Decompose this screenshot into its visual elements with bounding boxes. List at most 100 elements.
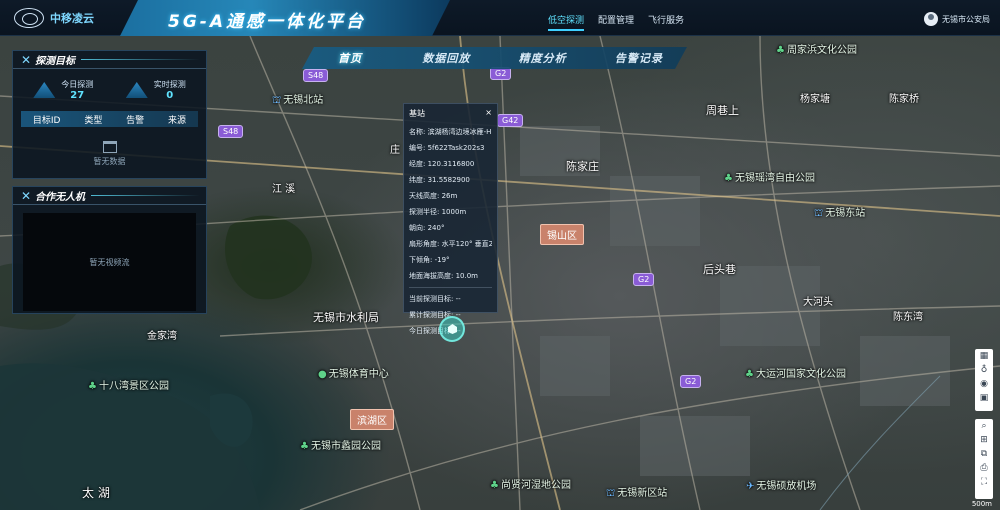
panel-header: ✕ 合作无人机 [13,187,206,205]
stat-row: 今日探测 27 实时探测 0 [13,69,206,107]
brand-logo: 中移凌云 [14,6,94,30]
measure-icon[interactable]: ⊞ [980,436,988,445]
map-scale: 500m [971,500,992,508]
radar-icon [33,82,56,98]
place-label: 无锡市水利局 [313,311,379,324]
park-pin-icon: ♣ [724,173,733,184]
district-label: 锡山区 [540,224,584,245]
tab-accuracy-analysis[interactable]: 精度分析 [495,50,591,66]
copy-icon[interactable]: ⧉ [981,450,987,459]
popup-field: 探测半径: 1000m [409,208,467,216]
highway-shield: G42 [497,114,524,127]
stat-value: 0 [166,90,174,101]
tab-data-playback[interactable]: 数据回放 [398,50,494,66]
place-label: 陈东湾 [893,312,923,323]
panel-title: 探测目标 [35,56,76,67]
tab-home[interactable]: 首页 [302,50,398,66]
nav-config-management[interactable]: 配置管理 [598,13,634,31]
highway-shield: G2 [680,375,702,388]
column-header[interactable]: 类型 [84,113,102,126]
empty-text: 暂无数据 [93,157,126,166]
popup-field: 朝向: 240° [409,224,445,232]
station-pin-icon: ⛫ [606,488,616,499]
cooperative-drone-panel: ✕ 合作无人机 暂无视频流 [12,186,207,314]
poi-label: ⛫ 无锡新区站 [606,488,668,499]
highway-shield: G2 [633,273,655,286]
grid-icon[interactable]: ▦ [980,352,989,361]
top-header: 中移凌云 5G-A通感一体化平台 低空探测 配置管理 飞行服务 无锡市公安局 [0,0,1000,36]
place-label: 后头巷 [703,263,736,276]
poi-label: ♣ 尚贤河湿地公园 [490,480,571,491]
place-label: 陈家桥 [889,94,919,105]
target-table-header: 目标ID 类型 告警 来源 [21,111,198,127]
nav-low-altitude-detection[interactable]: 低空探测 [548,13,585,31]
divider [91,195,200,196]
popup-field: 经度: 120.3116800 [409,160,475,168]
layers-icon[interactable]: ▣ [980,394,989,403]
panel-title: 合作无人机 [35,192,86,203]
panel-x-icon: ✕ [21,52,32,67]
highway-shield: S48 [303,69,329,82]
popup-header: 基站 × [409,108,492,119]
tab-alarm-records[interactable]: 告警记录 [591,50,687,66]
popup-field: 扇形角度: 水平120° 垂直25° [409,240,492,248]
place-label: 庄 [390,145,400,156]
poi-label: ● 无锡体育中心 [318,369,389,380]
column-header[interactable]: 来源 [168,113,186,126]
station-pin-icon: ⛫ [814,208,824,219]
popup-field: 天线高度: 26m [409,192,458,200]
user-menu[interactable]: 无锡市公安局 [924,12,990,26]
map-tool-toolbar: ⌕ ⊞ ⧉ ⎙ ⛶ [975,419,993,499]
nav-flight-service[interactable]: 飞行服务 [648,13,684,31]
poi-label: ✈ 无锡硕放机场 [746,481,817,492]
fullscreen-icon[interactable]: ⛶ [981,478,987,487]
place-label: 杨家塘 [800,94,830,105]
place-label: 陈家庄 [566,160,599,173]
radar-icon [125,82,148,98]
video-stream-area[interactable]: 暂无视频流 [23,213,196,311]
sub-tab-bar: 首页 数据回放 精度分析 告警记录 [302,47,687,69]
park-pin-icon: ♣ [745,369,754,380]
user-name: 无锡市公安局 [942,14,990,24]
popup-field: 纬度: 31.5582900 [409,176,470,184]
stat-label: 今日探测 [61,80,94,89]
platform-title: 5G-A通感一体化平台 [168,12,366,32]
map-layer-toolbar: ▦ ♁ ◉ ▣ [975,349,993,411]
empty-box-icon [102,141,117,153]
popup-title: 基站 [409,109,425,118]
stat-value: 27 [70,90,85,101]
empty-state: 暂无数据 [13,141,206,167]
popup-field: 名称: 滨湖杨湾边境冰雁-H... [409,128,492,136]
column-header[interactable]: 目标ID [33,113,61,126]
poi-label: ⛫ 无锡东站 [814,208,866,219]
panel-x-icon: ✕ [21,188,32,203]
user-avatar-icon [924,12,938,26]
base-station-marker[interactable] [439,316,465,342]
poi-label: ♣ 大运河国家文化公园 [745,369,846,380]
detect-target-panel: ✕ 探测目标 今日探测 27 实时探测 0 目标ID 类型 告警 来源 暂无数据 [12,50,207,179]
close-icon[interactable]: × [485,108,492,119]
today-stat: 今日探测 27 [33,79,93,101]
target-icon[interactable]: ◉ [980,380,988,389]
popup-field: 编号: 5f622Task202s3 [409,144,485,152]
place-label: 金家湾 [147,331,177,342]
place-label: 江 溪 [272,184,296,195]
poi-label: ♣ 周家浜文化公园 [776,45,857,56]
stat-label: 实时探测 [153,80,186,89]
globe-icon[interactable]: ♁ [981,366,988,375]
brand-name: 中移凌云 [50,12,94,25]
search-icon[interactable]: ⌕ [981,422,986,431]
popup-stat: 当前探测目标: -- [409,295,461,303]
place-label: 大河头 [803,297,833,308]
poi-label: ♣ 十八湾景区公园 [88,381,169,392]
column-header[interactable]: 告警 [126,113,144,126]
logo-icon [14,8,44,28]
popup-field: 下倾角: -19° [409,256,450,264]
panel-header: ✕ 探测目标 [13,51,206,69]
park-pin-icon: ● [318,369,327,380]
base-station-popup: 基站 × 名称: 滨湖杨湾边境冰雁-H... 编号: 5f622Task202s… [403,103,498,335]
poi-label: ♣ 无锡瑶湾自由公园 [724,173,815,184]
airport-pin-icon: ✈ [746,481,755,492]
print-icon[interactable]: ⎙ [980,464,987,473]
district-label: 滨湖区 [350,409,394,430]
